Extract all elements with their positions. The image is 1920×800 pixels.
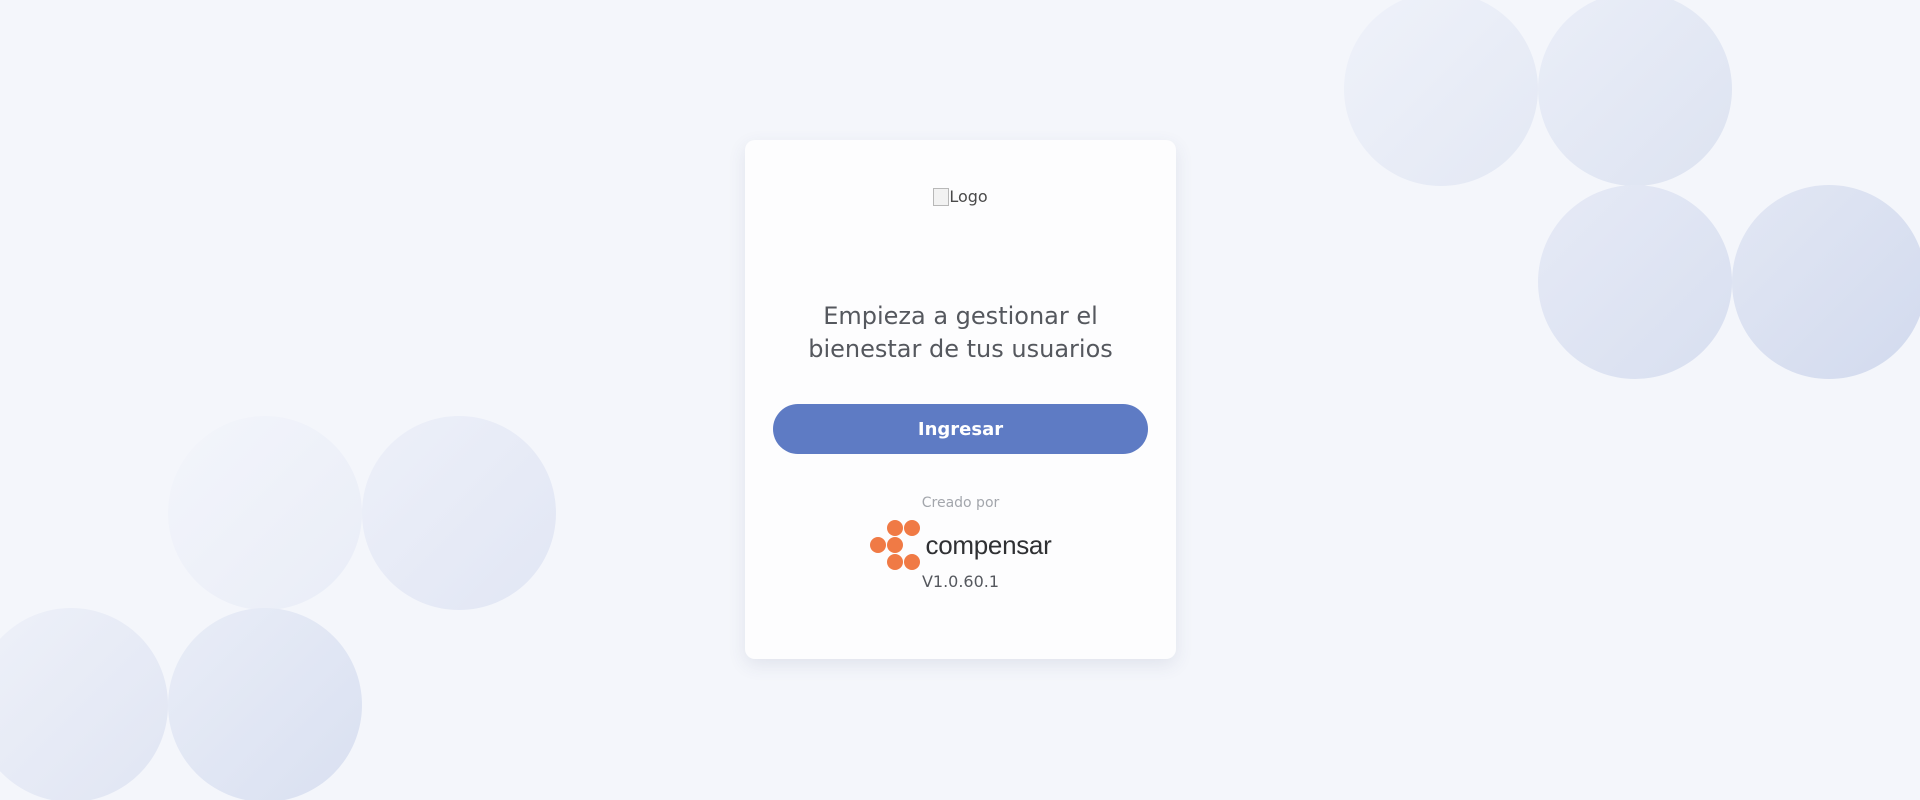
logo-alt-text: Logo <box>949 187 988 206</box>
page-title: Empieza a gestionar el bienestar de tus … <box>775 300 1146 366</box>
logo-image: Logo <box>933 187 988 207</box>
created-by-label: Creado por <box>921 495 1000 511</box>
decorative-circle <box>1732 185 1920 379</box>
login-button[interactable]: Ingresar <box>773 404 1148 454</box>
decorative-circle <box>1344 0 1538 186</box>
decorative-circle <box>168 416 362 610</box>
broken-image-icon <box>933 188 950 206</box>
decorative-circle <box>362 416 556 610</box>
version-label: V1.0.60.1 <box>921 572 1000 591</box>
login-card: Logo Empieza a gestionar el bienestar de… <box>745 140 1176 659</box>
decorative-circle <box>168 608 362 800</box>
decorative-circle <box>1538 0 1732 186</box>
brand-name: compensar <box>925 530 1052 560</box>
brand-logo: compensar <box>745 520 1176 570</box>
login-page: Logo Empieza a gestionar el bienestar de… <box>0 0 1920 800</box>
decorative-circle <box>0 608 168 800</box>
logo-container: Logo <box>745 187 1176 207</box>
compensar-dots-icon <box>869 520 920 570</box>
decorative-circle <box>1538 185 1732 379</box>
title-line-2: bienestar de tus usuarios <box>808 335 1113 363</box>
title-line-1: Empieza a gestionar el <box>823 302 1098 330</box>
